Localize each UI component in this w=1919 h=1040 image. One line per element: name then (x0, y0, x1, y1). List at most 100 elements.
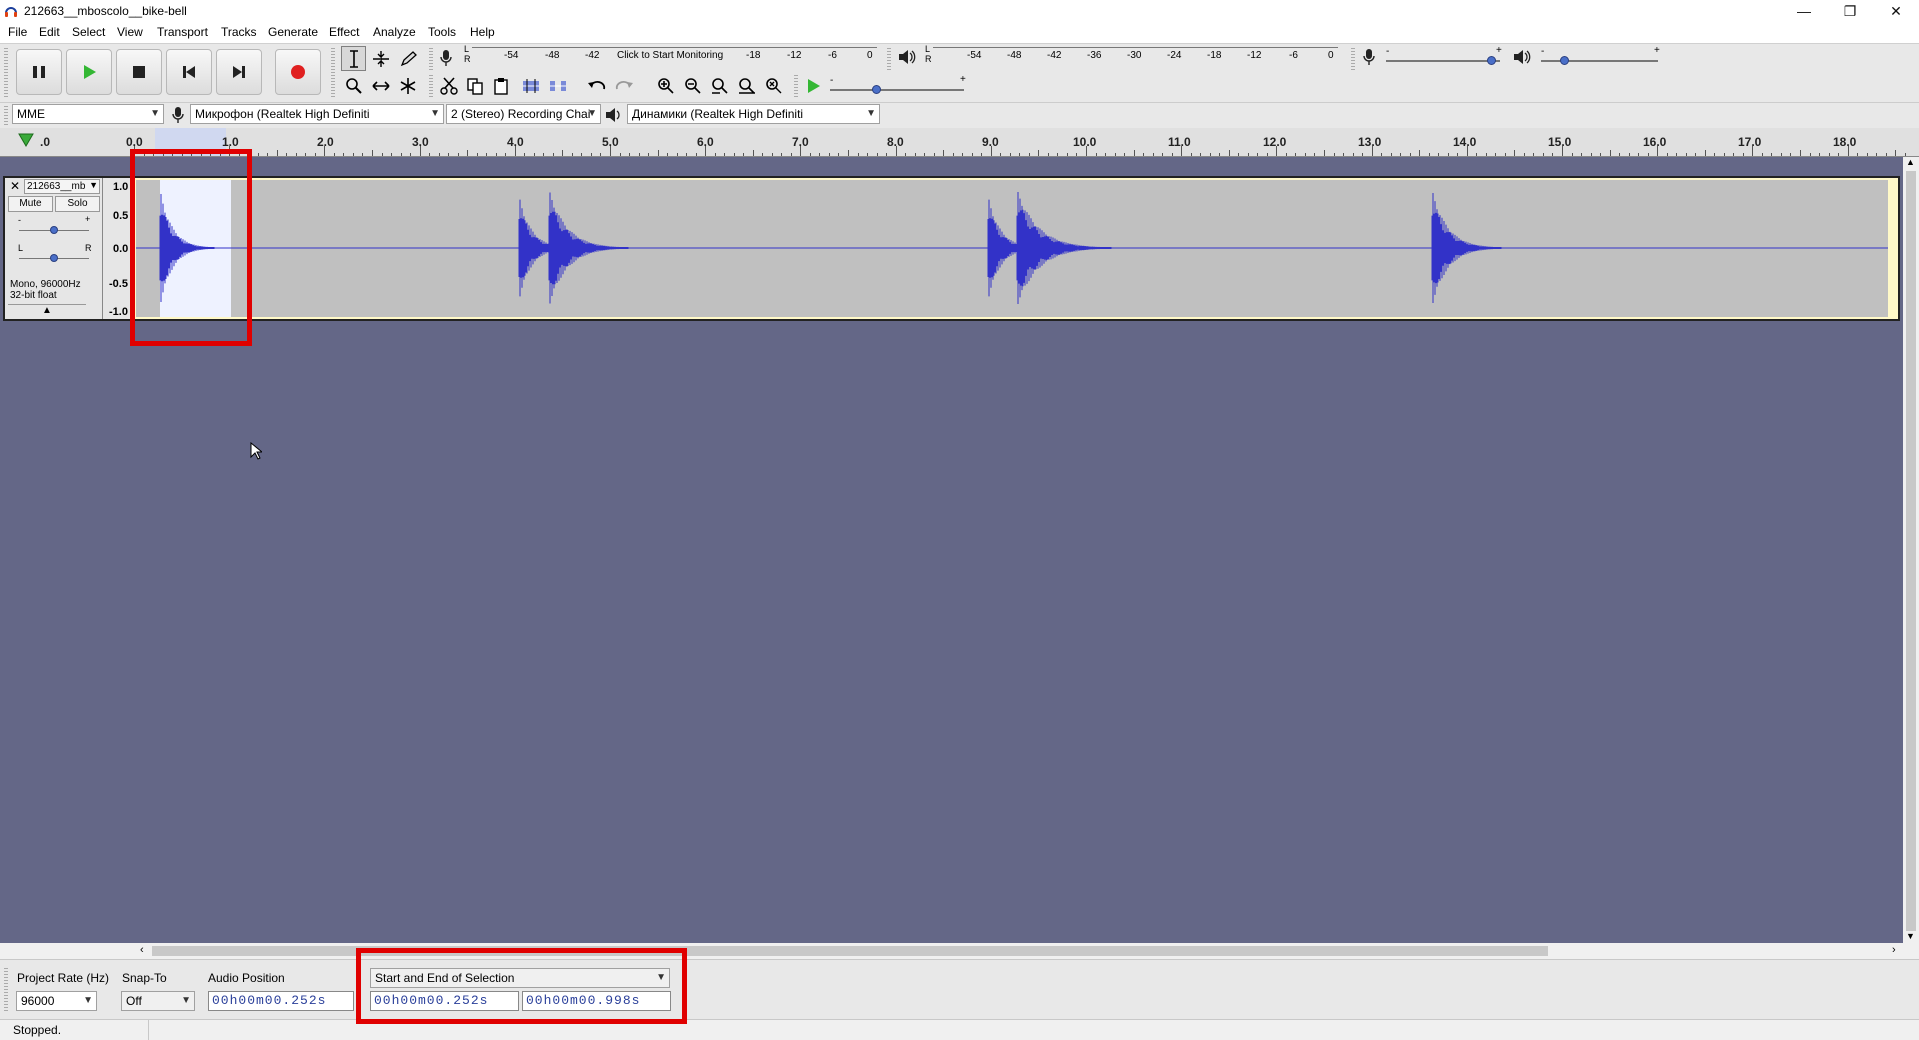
copy-button[interactable] (462, 73, 487, 98)
record-button[interactable] (275, 49, 321, 95)
solo-button[interactable]: Solo (55, 196, 100, 212)
gain-slider[interactable] (50, 226, 58, 234)
project-rate-select[interactable]: 96000 ▼ (16, 991, 97, 1011)
skip-to-end-button[interactable] (216, 49, 262, 95)
skip-to-end-icon (233, 66, 245, 78)
menu-help[interactable]: Help (470, 25, 495, 39)
toolbar-grip[interactable] (794, 75, 798, 97)
menu-effect[interactable]: Effect (329, 25, 359, 39)
vertical-scroll-thumb[interactable] (1906, 171, 1916, 931)
toolbar-grip[interactable] (4, 48, 8, 98)
trim-button[interactable] (518, 73, 543, 98)
zoom-out-button[interactable] (680, 73, 705, 98)
toolbar-grip[interactable] (4, 968, 8, 1012)
speaker-icon[interactable] (897, 48, 917, 66)
audio-host-select[interactable]: MME ▼ (12, 104, 164, 124)
snap-to-select[interactable]: Off ▼ (121, 991, 195, 1011)
ruler-tick (1133, 150, 1135, 156)
ruler-tick (743, 153, 745, 156)
play-button[interactable] (66, 49, 112, 95)
record-meter[interactable]: -54 -48 -42 Click to Start Monitoring -1… (472, 47, 877, 65)
selection-tool[interactable] (341, 46, 366, 71)
audio-track[interactable]: ✕ 212663__mb ▼ Mute Solo - + L R Mono, 96… (3, 176, 1900, 321)
collapse-track-button[interactable]: ▲ (8, 304, 86, 317)
vertical-scrollbar[interactable]: ▲ ▼ (1903, 157, 1919, 943)
redo-button[interactable] (611, 73, 636, 98)
audio-position-field[interactable]: 00h00m00.252s (208, 991, 354, 1011)
time-shift-tool[interactable] (368, 73, 393, 98)
recording-volume-slider[interactable] (1486, 56, 1496, 65)
undo-button[interactable] (584, 73, 609, 98)
ruler-tick (457, 153, 459, 156)
silence-button[interactable] (545, 73, 570, 98)
pause-button[interactable] (16, 49, 62, 95)
zoom-tool[interactable] (341, 73, 366, 98)
menu-view[interactable]: View (117, 25, 143, 39)
fit-selection-button[interactable] (707, 73, 732, 98)
meter-tick: -54 (504, 50, 519, 61)
scroll-left-icon[interactable]: ‹ (140, 944, 144, 956)
scroll-right-icon[interactable]: › (1892, 944, 1896, 956)
ruler-tick (1295, 153, 1297, 156)
menu-bar: File Edit Select View Transport Tracks G… (0, 22, 1919, 43)
multi-tool[interactable] (395, 73, 420, 98)
ruler-tick (876, 153, 878, 156)
minimize-button[interactable]: — (1781, 0, 1827, 22)
toolbar-grip[interactable] (331, 48, 335, 98)
skip-to-start-button[interactable] (166, 49, 212, 95)
menu-tools[interactable]: Tools (428, 25, 456, 39)
record-icon (291, 65, 305, 79)
status-text: Stopped. (13, 1023, 62, 1037)
cut-button[interactable] (436, 73, 461, 98)
draw-tool[interactable] (395, 46, 420, 71)
waveform-display[interactable] (136, 180, 1888, 317)
toolbar-grip[interactable] (429, 48, 433, 70)
playback-meter[interactable]: -54 -48 -42 -36 -30 -24 -18 -12 -6 0 (933, 47, 1338, 65)
menu-file[interactable]: File (8, 25, 27, 39)
recording-device-select[interactable]: Микрофон (Realtek High Definiti ▼ (190, 104, 444, 124)
pan-slider[interactable] (50, 254, 58, 262)
close-track-icon[interactable]: ✕ (10, 179, 20, 193)
redo-icon (615, 80, 633, 89)
playback-volume-slider[interactable] (1559, 56, 1569, 65)
zoom-in-button[interactable] (653, 73, 678, 98)
menu-tracks[interactable]: Tracks (221, 25, 257, 39)
menu-generate[interactable]: Generate (268, 25, 318, 39)
envelope-tool[interactable] (368, 46, 393, 71)
play-at-speed-button[interactable] (800, 73, 825, 98)
menu-transport[interactable]: Transport (157, 25, 208, 39)
horizontal-scrollbar[interactable]: ‹ › (0, 943, 1903, 959)
toolbar-grip[interactable] (4, 106, 8, 126)
zoom-toggle-button[interactable] (761, 73, 786, 98)
mute-button[interactable]: Mute (8, 196, 53, 212)
microphone-icon[interactable] (439, 49, 453, 67)
toolbar-grip[interactable] (887, 48, 891, 70)
scroll-up-icon[interactable]: ▲ (1906, 157, 1915, 167)
ruler-tick (1276, 146, 1278, 156)
fit-project-button[interactable] (734, 73, 759, 98)
menu-select[interactable]: Select (72, 25, 105, 39)
menu-analyze[interactable]: Analyze (373, 25, 416, 39)
recording-channels-select[interactable]: 2 (Stereo) Recording Chai ▼ (446, 104, 601, 124)
ruler-tick (362, 153, 364, 156)
restore-button[interactable]: ❐ (1827, 0, 1873, 22)
ruler-tick (419, 146, 421, 156)
ruler-tick (1114, 153, 1116, 156)
close-button[interactable]: ✕ (1873, 0, 1919, 22)
timeline-ruler[interactable]: .0 0.0 1.0 2.0 3.0 4.0 5.0 6.0 7.0 8.0 9… (0, 128, 1919, 157)
toolbar-grip[interactable] (1351, 48, 1355, 70)
track-name-menu[interactable]: 212663__mb ▼ (24, 179, 100, 194)
playback-device-select[interactable]: Динамики (Realtek High Definiti ▼ (627, 104, 880, 124)
ruler-tick (1028, 153, 1030, 156)
toolbar-grip[interactable] (429, 75, 433, 97)
track-control-panel: ✕ 212663__mb ▼ Mute Solo - + L R Mono, 96… (5, 178, 103, 319)
track-panel[interactable]: ✕ 212663__mb ▼ Mute Solo - + L R Mono, 96… (0, 157, 1903, 943)
stop-button[interactable] (116, 49, 162, 95)
ruler-tick (571, 153, 573, 156)
playback-speed-slider[interactable] (872, 85, 881, 94)
ruler-tick (1885, 153, 1887, 156)
paste-button[interactable] (488, 73, 513, 98)
menu-edit[interactable]: Edit (39, 25, 60, 39)
start-monitoring-prompt[interactable]: Click to Start Monitoring (617, 50, 723, 61)
scroll-down-icon[interactable]: ▼ (1906, 931, 1915, 941)
